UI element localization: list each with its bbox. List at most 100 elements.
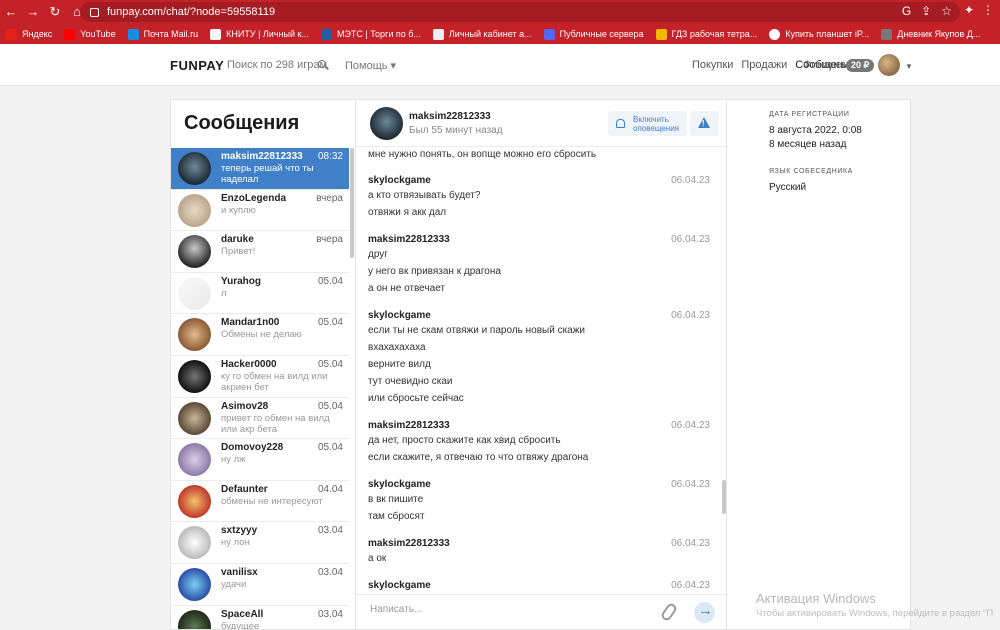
contact-last-message: удачи: [221, 578, 247, 590]
contact-item[interactable]: Domovoy228 05.04 ну лж: [171, 439, 349, 481]
contact-item[interactable]: Defaunter 04.04 обмены не интересуют: [171, 481, 349, 523]
contact-item[interactable]: Mandar1n00 05.04 Обмены не делаю: [171, 314, 349, 356]
message-line: у него вк привязан к драгона: [368, 266, 501, 277]
chat-user-name[interactable]: maksim22812333: [409, 111, 491, 122]
contact-item[interactable]: sxtzyyy 03.04 ну лон: [171, 522, 349, 564]
message-author[interactable]: skylockgame: [368, 175, 710, 190]
message-line: отвяжи я акк дал: [368, 207, 447, 218]
bookmark-1[interactable]: Яндекс: [6, 28, 52, 40]
contact-item[interactable]: Asimov28 05.04 привет го обмен на вилд или…: [171, 398, 349, 440]
forward-icon[interactable]: →: [22, 0, 44, 24]
contact-item[interactable]: Hacker0000 05.04 ку го обмен на вилд или а…: [171, 356, 349, 398]
contact-avatar: [178, 152, 211, 185]
message-author[interactable]: maksim22812333: [368, 538, 710, 553]
message-group: maksim22812333 06.04.23 да нет, просто ска…: [368, 420, 710, 469]
user-avatar[interactable]: [878, 54, 900, 76]
message-line: или сбросьте сейчас: [368, 393, 464, 404]
contact-item[interactable]: Yurahog 05.04 л: [171, 273, 349, 315]
bookmark-5[interactable]: МЭТС | Торги по б...: [320, 28, 421, 40]
contact-time: 05.04: [317, 275, 343, 287]
message-line: вхахахахаха: [368, 342, 426, 353]
message-author[interactable]: skylockgame: [368, 479, 710, 494]
enable-notifications-button[interactable]: Включить оповещения: [608, 111, 687, 136]
chat-scrollbar[interactable]: [722, 480, 726, 514]
message-line: если скажите, я отвечаю то что отвяжу др…: [368, 452, 589, 463]
contact-item[interactable]: SpaceAll 03.04 будущее: [171, 606, 349, 629]
contact-item[interactable]: vanilisx 03.04 удачи: [171, 564, 349, 606]
contact-name: Asimov28: [221, 400, 269, 412]
search-icon[interactable]: [318, 60, 326, 68]
message-author[interactable]: skylockgame: [368, 310, 710, 325]
bookmark-10[interactable]: Дневник Якупов Д...: [881, 28, 980, 40]
chevron-down-icon[interactable]: ▼: [905, 62, 913, 71]
share-icon[interactable]: ⇪: [921, 4, 931, 18]
message-line: там сбросят: [368, 511, 425, 522]
nav-purchases[interactable]: Покупки: [692, 59, 733, 71]
message-group: skylockgame 06.04.23 если ты не скам отвяж…: [368, 310, 710, 410]
contact-name: Yurahog: [221, 275, 262, 287]
contact-item[interactable]: daruke вчера Привет!: [171, 231, 349, 273]
contact-last-message: обмены не интересуют: [221, 495, 323, 507]
contact-time: 03.04: [317, 525, 343, 537]
bookmark-7[interactable]: Публичные сервера: [543, 28, 644, 40]
contact-last-message: ку го обмен на вилд или акриен бет: [221, 370, 328, 393]
contact-name: maksim22812333: [221, 151, 303, 162]
report-button[interactable]: [690, 111, 719, 136]
contact-avatar: [178, 567, 211, 601]
contact-last-message: ну лж: [221, 454, 246, 466]
bookmark-8[interactable]: ГДЗ рабочая тетра...: [655, 28, 757, 40]
url-text: funpay.com/chat/?node=59558119: [107, 6, 276, 18]
windows-activation-title: Активация Windows: [756, 591, 876, 606]
contact-name: EnzoLegenda: [221, 192, 287, 204]
star-icon[interactable]: ☆: [941, 4, 952, 18]
contact-avatar: [178, 526, 211, 560]
message-group: skylockgame 06.04.23 в вк пишите там сброся…: [368, 479, 710, 528]
message-date: 06.04.23: [671, 479, 710, 490]
contact-name: SpaceAll: [221, 608, 264, 620]
contacts-scrollbar[interactable]: [350, 148, 354, 258]
send-button[interactable]: [694, 602, 715, 623]
bookmarks-bar: Яндекс YouTube Почта Mail.ru КНИТУ | Лич…: [0, 24, 1000, 44]
search-field[interactable]: Поиск по 298 играм: [227, 59, 327, 71]
contact-last-message: теперь решай что ты наделал: [221, 163, 314, 185]
google-icon[interactable]: G: [902, 4, 911, 18]
back-icon[interactable]: ←: [0, 0, 22, 24]
menu-icon[interactable]: ⋮: [982, 3, 994, 17]
nav-sales[interactable]: Продажи: [741, 59, 787, 71]
contact-time: 05.04: [317, 400, 343, 412]
contact-item[interactable]: maksim22812333 08:32 теперь решай что ты н…: [171, 148, 349, 190]
contact-avatar: [178, 193, 211, 227]
bookmark-6[interactable]: Личный кабинет а...: [432, 28, 532, 40]
message-line: а он не отвечает: [368, 283, 445, 294]
reload-icon[interactable]: ↻: [44, 0, 66, 24]
bookmark-3[interactable]: Почта Mail.ru: [127, 28, 198, 40]
contact-item[interactable]: EnzoLegenda вчера и куплю: [171, 190, 349, 232]
message-author[interactable]: skylockgame: [368, 580, 710, 593]
contact-name: Mandar1n00: [221, 317, 280, 329]
message-line: а ок: [368, 553, 387, 564]
message-line: верните вилд: [368, 359, 431, 370]
contact-name: sxtzyyy: [221, 525, 258, 537]
user-info-panel: ДАТА РЕГИСТРАЦИИ 8 августа 2022, 0:08 8 …: [727, 99, 911, 630]
bookmark-9[interactable]: Купить планшет iP...: [769, 28, 869, 40]
lock-icon: [90, 7, 99, 17]
chat-avatar[interactable]: [370, 107, 403, 140]
contact-last-message: ну лон: [221, 537, 250, 549]
contact-last-message: привет го обмен на вилд или акр бета: [221, 412, 330, 435]
address-bar[interactable]: funpay.com/chat/?node=59558119 G ⇪ ☆: [80, 2, 960, 22]
nav-finance[interactable]: Финансы: [803, 59, 849, 71]
extension-icon[interactable]: ✦: [964, 3, 974, 17]
last-seen: Был 55 минут назад: [409, 125, 503, 136]
bookmark-2[interactable]: YouTube: [64, 28, 116, 40]
message-author[interactable]: maksim22812333: [368, 420, 710, 435]
help-menu[interactable]: Помощь ▾: [345, 59, 396, 72]
funpay-logo[interactable]: FUNPAY: [170, 58, 224, 73]
notify-label: Включить оповещения: [633, 114, 679, 133]
message-input[interactable]: [370, 604, 650, 615]
attachment-icon[interactable]: [659, 601, 679, 623]
chat-panel: maksim22812333 Был 55 минут назад Включи…: [355, 99, 727, 630]
bookmark-4[interactable]: КНИТУ | Личный к...: [210, 28, 309, 40]
message-author[interactable]: maksim22812333: [368, 234, 710, 249]
reg-date-label: ДАТА РЕГИСТРАЦИИ: [769, 111, 850, 118]
contacts-panel: Сообщения maksim22812333 08:32 теперь реша…: [170, 99, 355, 630]
